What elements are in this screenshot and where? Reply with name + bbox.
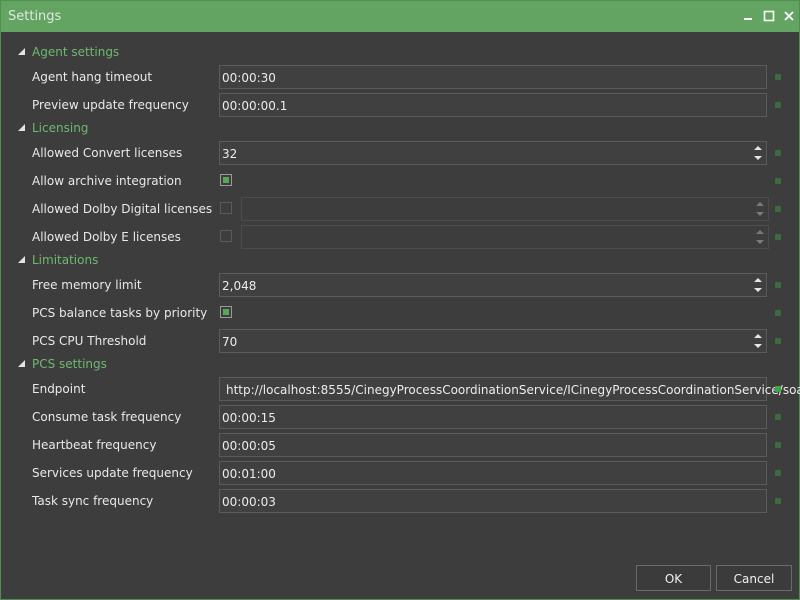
row-consume-task-frequency: Consume task frequency 00:00:15 [1, 405, 799, 431]
spinner-arrows-icon[interactable] [754, 146, 762, 160]
field-value: 70 [222, 335, 238, 349]
collapse-triangle-icon[interactable] [18, 48, 25, 55]
property-label: PCS CPU Threshold [32, 334, 147, 348]
row-allowed-convert-licenses: Allowed Convert licenses 32 [1, 141, 799, 167]
close-icon[interactable] [781, 8, 797, 24]
field-value: 00:00:15 [222, 411, 276, 425]
pcs-balance-tasks-checkbox[interactable] [220, 306, 232, 318]
row-endpoint: Endpoint http://localhost:8555/CinegyPro… [1, 377, 800, 403]
section-label: PCS settings [32, 357, 107, 371]
row-free-memory-limit: Free memory limit 2,048 [1, 273, 799, 299]
default-indicator-icon [775, 498, 781, 504]
default-indicator-icon [775, 178, 781, 184]
property-label: Services update frequency [32, 466, 193, 480]
services-update-frequency-input[interactable]: 00:01:00 [219, 461, 767, 485]
dolby-digital-licenses-stepper [241, 197, 769, 221]
field-value: 00:00:00.1 [222, 99, 288, 113]
row-pcs-balance-tasks: PCS balance tasks by priority [1, 301, 799, 327]
allow-archive-integration-checkbox[interactable] [220, 174, 232, 186]
section-label: Agent settings [32, 45, 120, 59]
settings-window: Settings Agent settings Agent hang timeo… [0, 0, 800, 600]
collapse-triangle-icon[interactable] [18, 360, 25, 367]
field-value: 00:00:05 [222, 439, 276, 453]
default-indicator-icon [775, 310, 781, 316]
collapse-triangle-icon[interactable] [18, 124, 25, 131]
field-value: 2,048 [222, 279, 257, 293]
field-value: http://localhost:8555/CinegyProcessCoord… [226, 383, 800, 397]
row-preview-update-frequency: Preview update frequency 00:00:00.1 [1, 93, 799, 119]
property-label: Free memory limit [32, 278, 142, 292]
property-label: Allowed Dolby E licenses [32, 230, 181, 244]
allowed-convert-licenses-stepper[interactable]: 32 [219, 141, 767, 165]
free-memory-limit-stepper[interactable]: 2,048 [219, 273, 767, 297]
property-label: Allow archive integration [32, 174, 182, 188]
property-label: Task sync frequency [32, 494, 154, 508]
property-label: Preview update frequency [32, 98, 189, 112]
endpoint-input[interactable]: http://localhost:8555/CinegyProcessCoord… [219, 377, 800, 401]
row-pcs-cpu-threshold: PCS CPU Threshold 70 [1, 329, 799, 355]
section-pcs-settings[interactable]: PCS settings [1, 355, 781, 375]
default-indicator-icon [775, 206, 781, 212]
spinner-arrows-icon [756, 202, 764, 216]
spinner-arrows-icon[interactable] [754, 334, 762, 348]
default-indicator-icon [775, 102, 781, 108]
section-licensing[interactable]: Licensing [1, 119, 781, 139]
property-label: Endpoint [32, 382, 86, 396]
ok-button[interactable]: OK [636, 565, 711, 591]
default-indicator-icon [775, 282, 781, 288]
property-label: PCS balance tasks by priority [32, 306, 208, 320]
heartbeat-frequency-input[interactable]: 00:00:05 [219, 433, 767, 457]
field-value: 00:00:03 [222, 495, 276, 509]
property-label: Allowed Dolby Digital licenses [32, 202, 213, 216]
row-allow-archive-integration: Allow archive integration [1, 169, 799, 195]
row-allowed-dolby-digital-licenses: Allowed Dolby Digital licenses [1, 197, 799, 223]
property-label: Heartbeat frequency [32, 438, 157, 452]
pcs-cpu-threshold-stepper[interactable]: 70 [219, 329, 767, 353]
section-label: Licensing [32, 121, 89, 135]
row-agent-hang-timeout: Agent hang timeout 00:00:30 [1, 65, 799, 91]
preview-update-frequency-input[interactable]: 00:00:00.1 [219, 93, 767, 117]
title-bar[interactable]: Settings [1, 1, 799, 32]
dolby-e-enable-checkbox[interactable] [220, 230, 232, 242]
default-indicator-icon [775, 74, 781, 80]
consume-task-frequency-input[interactable]: 00:00:15 [219, 405, 767, 429]
window-title: Settings [8, 9, 62, 24]
default-indicator-icon [775, 234, 781, 240]
agent-hang-timeout-input[interactable]: 00:00:30 [219, 65, 767, 89]
field-value: 00:01:00 [222, 467, 276, 481]
field-value: 00:00:30 [222, 71, 276, 85]
maximize-icon[interactable] [761, 8, 777, 24]
row-task-sync-frequency: Task sync frequency 00:00:03 [1, 489, 799, 515]
property-label: Consume task frequency [32, 410, 182, 424]
task-sync-frequency-input[interactable]: 00:00:03 [219, 489, 767, 513]
default-indicator-icon [775, 414, 781, 420]
dolby-digital-enable-checkbox[interactable] [220, 202, 232, 214]
cancel-button[interactable]: Cancel [716, 565, 792, 591]
collapse-triangle-icon[interactable] [18, 256, 25, 263]
default-indicator-icon [775, 470, 781, 476]
spinner-arrows-icon[interactable] [754, 278, 762, 292]
field-value: 32 [222, 147, 238, 161]
default-indicator-icon [775, 150, 781, 156]
section-label: Limitations [32, 253, 99, 267]
section-agent-settings[interactable]: Agent settings [1, 43, 781, 63]
property-label: Allowed Convert licenses [32, 146, 183, 160]
property-label: Agent hang timeout [32, 70, 153, 84]
section-limitations[interactable]: Limitations [1, 251, 781, 271]
default-indicator-icon [775, 338, 781, 344]
default-indicator-icon [775, 442, 781, 448]
row-heartbeat-frequency: Heartbeat frequency 00:00:05 [1, 433, 799, 459]
minimize-icon[interactable] [740, 8, 756, 24]
row-services-update-frequency: Services update frequency 00:01:00 [1, 461, 799, 487]
dolby-e-licenses-stepper [241, 225, 769, 249]
modified-indicator-icon [775, 386, 781, 392]
spinner-arrows-icon [756, 230, 764, 244]
row-allowed-dolby-e-licenses: Allowed Dolby E licenses [1, 225, 799, 251]
